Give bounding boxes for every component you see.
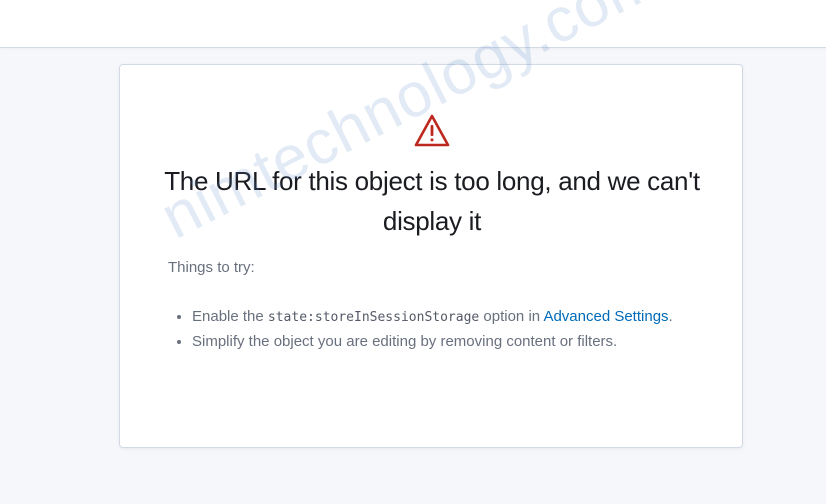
error-title: The URL for this object is too long, and… [164, 166, 700, 236]
error-panel: The URL for this object is too long, and… [119, 64, 743, 448]
list-item: Simplify the object you are editing by r… [192, 330, 712, 354]
tip-text: . [668, 308, 673, 325]
tip-text: option in [479, 308, 544, 325]
tips-list: Enable the state:storeInSessionStorage o… [168, 305, 712, 354]
list-item: Enable the state:storeInSessionStorage o… [192, 305, 712, 330]
tip-text: Enable the [192, 308, 268, 325]
tips-heading: Things to try: [168, 259, 255, 276]
top-header-bar [0, 0, 826, 48]
advanced-settings-link[interactable]: Advanced Settings [543, 308, 668, 325]
warning-icon [414, 114, 450, 147]
setting-code: state:storeInSessionStorage [267, 310, 480, 325]
